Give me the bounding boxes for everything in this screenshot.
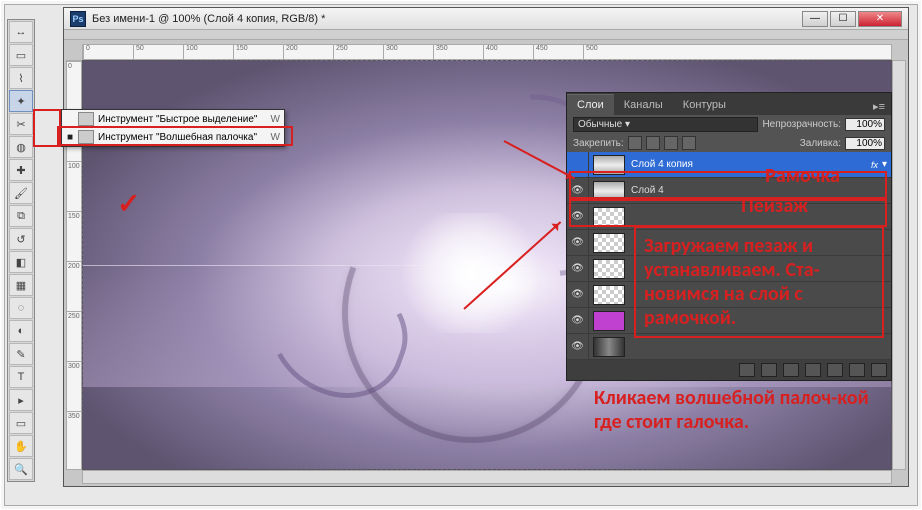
visibility-toggle[interactable]: 👁: [567, 282, 589, 307]
tab-paths[interactable]: Контуры: [673, 95, 736, 115]
titlebar: Ps Без имени-1 @ 100% (Слой 4 копия, RGB…: [64, 8, 908, 30]
pen-tool[interactable]: ✎: [9, 343, 33, 365]
lock-icons: [628, 136, 696, 150]
fill-input[interactable]: [845, 137, 885, 150]
eraser-tool[interactable]: ◧: [9, 251, 33, 273]
hand-tool[interactable]: ✋: [9, 435, 33, 457]
move-tool[interactable]: ↔: [9, 21, 33, 43]
visibility-toggle[interactable]: 👁: [567, 204, 589, 229]
gradient-tool[interactable]: ▦: [9, 274, 33, 296]
healing-tool[interactable]: ✚: [9, 159, 33, 181]
group-icon[interactable]: [827, 363, 843, 377]
tool-flyout: Инструмент "Быстрое выделение" W ■ Инстр…: [61, 109, 285, 147]
zoom-tool[interactable]: 🔍: [9, 458, 33, 480]
document-title: Без имени-1 @ 100% (Слой 4 копия, RGB/8)…: [92, 13, 800, 25]
shape-tool[interactable]: ▭: [9, 412, 33, 434]
layer-fx-badge: fx: [871, 160, 882, 170]
tab-channels[interactable]: Каналы: [614, 95, 673, 115]
blend-mode-select[interactable]: Обычные ▾: [573, 117, 758, 132]
panel-menu-icon[interactable]: ▸≡: [867, 98, 891, 115]
blur-tool[interactable]: ◌: [9, 297, 33, 319]
marquee-tool[interactable]: ▭: [9, 44, 33, 66]
layer-thumbnail: [593, 233, 625, 253]
new-layer-icon[interactable]: [849, 363, 865, 377]
layer-thumbnail: [593, 259, 625, 279]
app-frame: ↔ ▭ ⌇ ✦ ✂ ◍ ✚ 🖌 ⧉ ↺ ◧ ▦ ◌ ◐ ✎ T ▸ ▭ ✋ 🔍 …: [4, 4, 918, 506]
flyout-key: W: [271, 114, 280, 125]
magic-wand-icon: [78, 130, 94, 144]
flyout-label: Инструмент "Быстрое выделение": [98, 114, 271, 125]
horizontal-scrollbar[interactable]: [82, 470, 892, 484]
fill-label: Заливка:: [800, 138, 841, 149]
opacity-input[interactable]: [845, 118, 885, 131]
chevron-down-icon[interactable]: ▾: [882, 159, 891, 170]
tool-highlight-box: [33, 109, 61, 147]
visibility-toggle[interactable]: 👁: [567, 230, 589, 255]
minimize-button[interactable]: —: [802, 11, 828, 27]
layer-row[interactable]: 👁 Слой 4: [567, 178, 891, 204]
annotation-ramochka: Рамочка: [765, 164, 840, 188]
flyout-quick-select[interactable]: Инструмент "Быстрое выделение" W: [62, 110, 284, 128]
red-checkmark: ✓: [117, 187, 140, 220]
adjustment-layer-icon[interactable]: [805, 363, 821, 377]
link-layers-icon[interactable]: [739, 363, 755, 377]
tools-toolbar: ↔ ▭ ⌇ ✦ ✂ ◍ ✚ 🖌 ⧉ ↺ ◧ ▦ ◌ ◐ ✎ T ▸ ▭ ✋ 🔍: [7, 19, 35, 482]
ps-app-icon: Ps: [70, 11, 86, 27]
layer-style-icon[interactable]: [761, 363, 777, 377]
eyedropper-tool[interactable]: ◍: [9, 136, 33, 158]
visibility-toggle[interactable]: 👁: [567, 308, 589, 333]
path-select-tool[interactable]: ▸: [9, 389, 33, 411]
lock-label: Закрепить:: [573, 138, 624, 149]
flyout-label: Инструмент "Волшебная палочка": [98, 132, 271, 143]
layer-row[interactable]: Слой 4 копия fx ▾: [567, 152, 891, 178]
layer-thumbnail: [593, 207, 625, 227]
maximize-button[interactable]: ☐: [830, 11, 856, 27]
delete-layer-icon[interactable]: [871, 363, 887, 377]
annotation-peizazh: Пейзаж: [741, 194, 808, 218]
horizontal-ruler: 050100150200250300350400450500: [82, 44, 892, 60]
layer-thumbnail: [593, 337, 625, 357]
flyout-magic-wand[interactable]: ■ Инструмент "Волшебная палочка" W: [62, 128, 284, 146]
crop-tool[interactable]: ✂: [9, 113, 33, 135]
lock-pixels-icon[interactable]: [646, 136, 660, 150]
annotation-instruction1: Загружаем пезаж и устанавливаем. Ста-нов…: [634, 226, 884, 338]
lock-transparency-icon[interactable]: [628, 136, 642, 150]
quick-select-icon: [78, 112, 94, 126]
vertical-scrollbar[interactable]: [892, 60, 906, 470]
opacity-label: Непрозрачность:: [762, 119, 841, 130]
visibility-toggle[interactable]: 👁: [567, 256, 589, 281]
document-window: Ps Без имени-1 @ 100% (Слой 4 копия, RGB…: [63, 7, 909, 487]
close-button[interactable]: ✕: [858, 11, 902, 27]
lock-all-icon[interactable]: [682, 136, 696, 150]
type-tool[interactable]: T: [9, 366, 33, 388]
lock-position-icon[interactable]: [664, 136, 678, 150]
layer-thumbnail: [593, 181, 625, 201]
lasso-tool[interactable]: ⌇: [9, 67, 33, 89]
brush-tool[interactable]: 🖌: [9, 182, 33, 204]
annotation-instruction2: Кликаем волшебной палоч-кой где стоит га…: [594, 386, 884, 434]
history-brush-tool[interactable]: ↺: [9, 228, 33, 250]
stamp-tool[interactable]: ⧉: [9, 205, 33, 227]
layer-thumbnail: [593, 155, 625, 175]
layer-thumbnail: [593, 285, 625, 305]
layer-mask-icon[interactable]: [783, 363, 799, 377]
tab-layers[interactable]: Слои: [567, 94, 614, 115]
flyout-key: W: [271, 132, 280, 143]
flyout-dot-active: ■: [66, 132, 74, 143]
layer-thumbnail: [593, 311, 625, 331]
options-bar: [64, 30, 908, 40]
quick-select-tool[interactable]: ✦: [9, 90, 33, 112]
visibility-toggle[interactable]: 👁: [567, 334, 589, 359]
dodge-tool[interactable]: ◐: [9, 320, 33, 342]
